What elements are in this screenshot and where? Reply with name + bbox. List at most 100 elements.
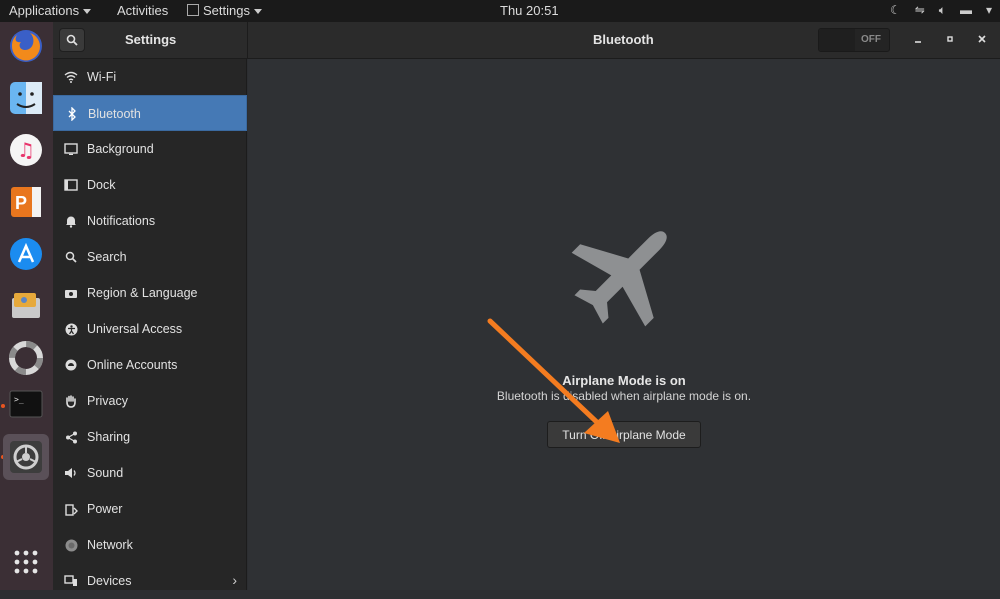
sidebar-item-universal-access[interactable]: Universal Access (53, 311, 247, 347)
app-menu[interactable]: Settings (187, 3, 262, 18)
svg-text:>_: >_ (14, 395, 24, 404)
sidebar-item-label: Universal Access (87, 322, 183, 336)
devices-icon (63, 573, 79, 589)
bluetooth-toggle[interactable]: OFF (818, 28, 890, 52)
wifi-icon (63, 69, 79, 85)
top-bar: Applications Activities Settings Thu 20:… (0, 0, 1000, 22)
sidebar-item-label: Privacy (87, 394, 128, 408)
bluetooth-panel: Airplane Mode is on Bluetooth is disable… (248, 59, 1000, 590)
finder-icon (10, 82, 42, 114)
sidebar-item-label: Region & Language (87, 286, 198, 300)
music-icon: ♫ (10, 134, 42, 166)
sidebar-item-network[interactable]: Network (53, 527, 247, 563)
chevron-down-icon: ▾ (985, 3, 992, 17)
sidebar-item-background[interactable]: Background (53, 131, 247, 167)
disk-utility-launcher[interactable] (6, 286, 46, 326)
grid-icon (14, 550, 38, 574)
sidebar-item-privacy[interactable]: Privacy (53, 383, 247, 419)
power-icon (63, 501, 79, 517)
settings-gear-icon (10, 441, 42, 473)
chevron-right-icon: › (232, 572, 237, 588)
network-status-icon: ⇋ (914, 3, 925, 17)
music-launcher[interactable]: ♫ (6, 130, 46, 170)
firefox-icon (10, 30, 42, 62)
sidebar-item-label: Sound (87, 466, 124, 480)
terminal-icon: >_ (9, 390, 43, 418)
maximize-icon (947, 36, 953, 42)
applications-label: Applications (9, 3, 80, 18)
lifebuoy-icon (9, 341, 43, 375)
settings-launcher[interactable] (3, 434, 49, 480)
app-menu-label: Settings (203, 3, 250, 18)
dock-icon (63, 177, 79, 193)
battery-icon: ▬ (959, 3, 972, 17)
sidebar-item-bluetooth[interactable]: Bluetooth (53, 95, 247, 131)
maximize-button[interactable] (941, 31, 959, 49)
background-icon (63, 141, 79, 157)
bluetooth-icon (64, 106, 80, 122)
minimize-button[interactable] (909, 31, 927, 49)
chevron-down-icon (253, 9, 262, 15)
sidebar-item-label: Power (87, 502, 123, 516)
toggle-state-label: OFF (861, 34, 881, 45)
finder-launcher[interactable] (6, 78, 46, 118)
bell-icon (63, 213, 79, 229)
sidebar-item-label: Dock (87, 178, 116, 192)
close-icon (978, 35, 986, 43)
activities-button[interactable]: Activities (117, 3, 168, 18)
speaker-icon (63, 465, 79, 481)
search-icon (66, 34, 78, 46)
dock: ♫ P >_ (0, 22, 53, 590)
sidebar-item-label: Background (87, 142, 154, 156)
sidebar-item-sharing[interactable]: Sharing (53, 419, 247, 455)
header-divider (247, 22, 248, 59)
sidebar-item-label: Bluetooth (88, 107, 141, 121)
hand-icon (63, 393, 79, 409)
app-store-icon (10, 238, 42, 270)
running-indicator (1, 404, 5, 408)
minimize-icon (915, 41, 921, 43)
clock[interactable]: Thu 20:51 (500, 3, 559, 18)
sidebar-title: Settings (125, 32, 177, 47)
sidebar-item-notifications[interactable]: Notifications (53, 203, 247, 239)
share-icon (63, 429, 79, 445)
sidebar-item-search[interactable]: Search (53, 239, 247, 275)
system-tray[interactable]: ☾ ⇋ 🔈︎ ▬ ▾ (890, 3, 992, 18)
sidebar-item-label: Online Accounts (87, 358, 178, 372)
accessibility-icon (63, 321, 79, 337)
sidebar-item-label: Sharing (87, 430, 131, 444)
settings-app-icon (187, 4, 199, 16)
terminal-launcher[interactable]: >_ (6, 384, 46, 424)
cloud-icon (63, 357, 79, 373)
sidebar-item-dock[interactable]: Dock (53, 167, 247, 203)
camera-icon (63, 285, 79, 301)
header-bar: Settings Bluetooth OFF (53, 22, 1000, 59)
help-launcher[interactable] (6, 338, 46, 378)
applications-menu[interactable]: Applications (9, 3, 92, 18)
show-applications-button[interactable] (6, 542, 46, 582)
volume-icon: 🔈︎ (938, 3, 946, 17)
presentation-icon: P (11, 187, 41, 217)
sidebar-item-wifi[interactable]: Wi-Fi (53, 59, 247, 95)
close-button[interactable] (973, 31, 991, 49)
sidebar-item-power[interactable]: Power (53, 491, 247, 527)
sidebar-item-sound[interactable]: Sound (53, 455, 247, 491)
disk-icon (12, 293, 40, 318)
svg-text:♫: ♫ (17, 138, 35, 162)
search-icon (63, 249, 79, 265)
sidebar-item-region-language[interactable]: Region & Language (53, 275, 247, 311)
toggle-knob (819, 29, 855, 51)
settings-sidebar: Wi-Fi Bluetooth Background Dock Notifica… (53, 59, 247, 590)
sidebar-item-label: Notifications (87, 214, 156, 228)
app-store-launcher[interactable] (6, 234, 46, 274)
sidebar-item-label: Wi-Fi (87, 70, 117, 84)
svg-text:P: P (15, 193, 27, 213)
sidebar-item-online-accounts[interactable]: Online Accounts (53, 347, 247, 383)
page-title: Bluetooth (593, 32, 654, 47)
firefox-launcher[interactable] (6, 26, 46, 66)
sidebar-item-label: Network (87, 538, 133, 552)
sidebar-item-devices[interactable]: Devices › (53, 563, 247, 599)
search-button[interactable] (59, 28, 85, 52)
sidebar-item-label: Search (87, 250, 127, 264)
presentation-launcher[interactable]: P (6, 182, 46, 222)
